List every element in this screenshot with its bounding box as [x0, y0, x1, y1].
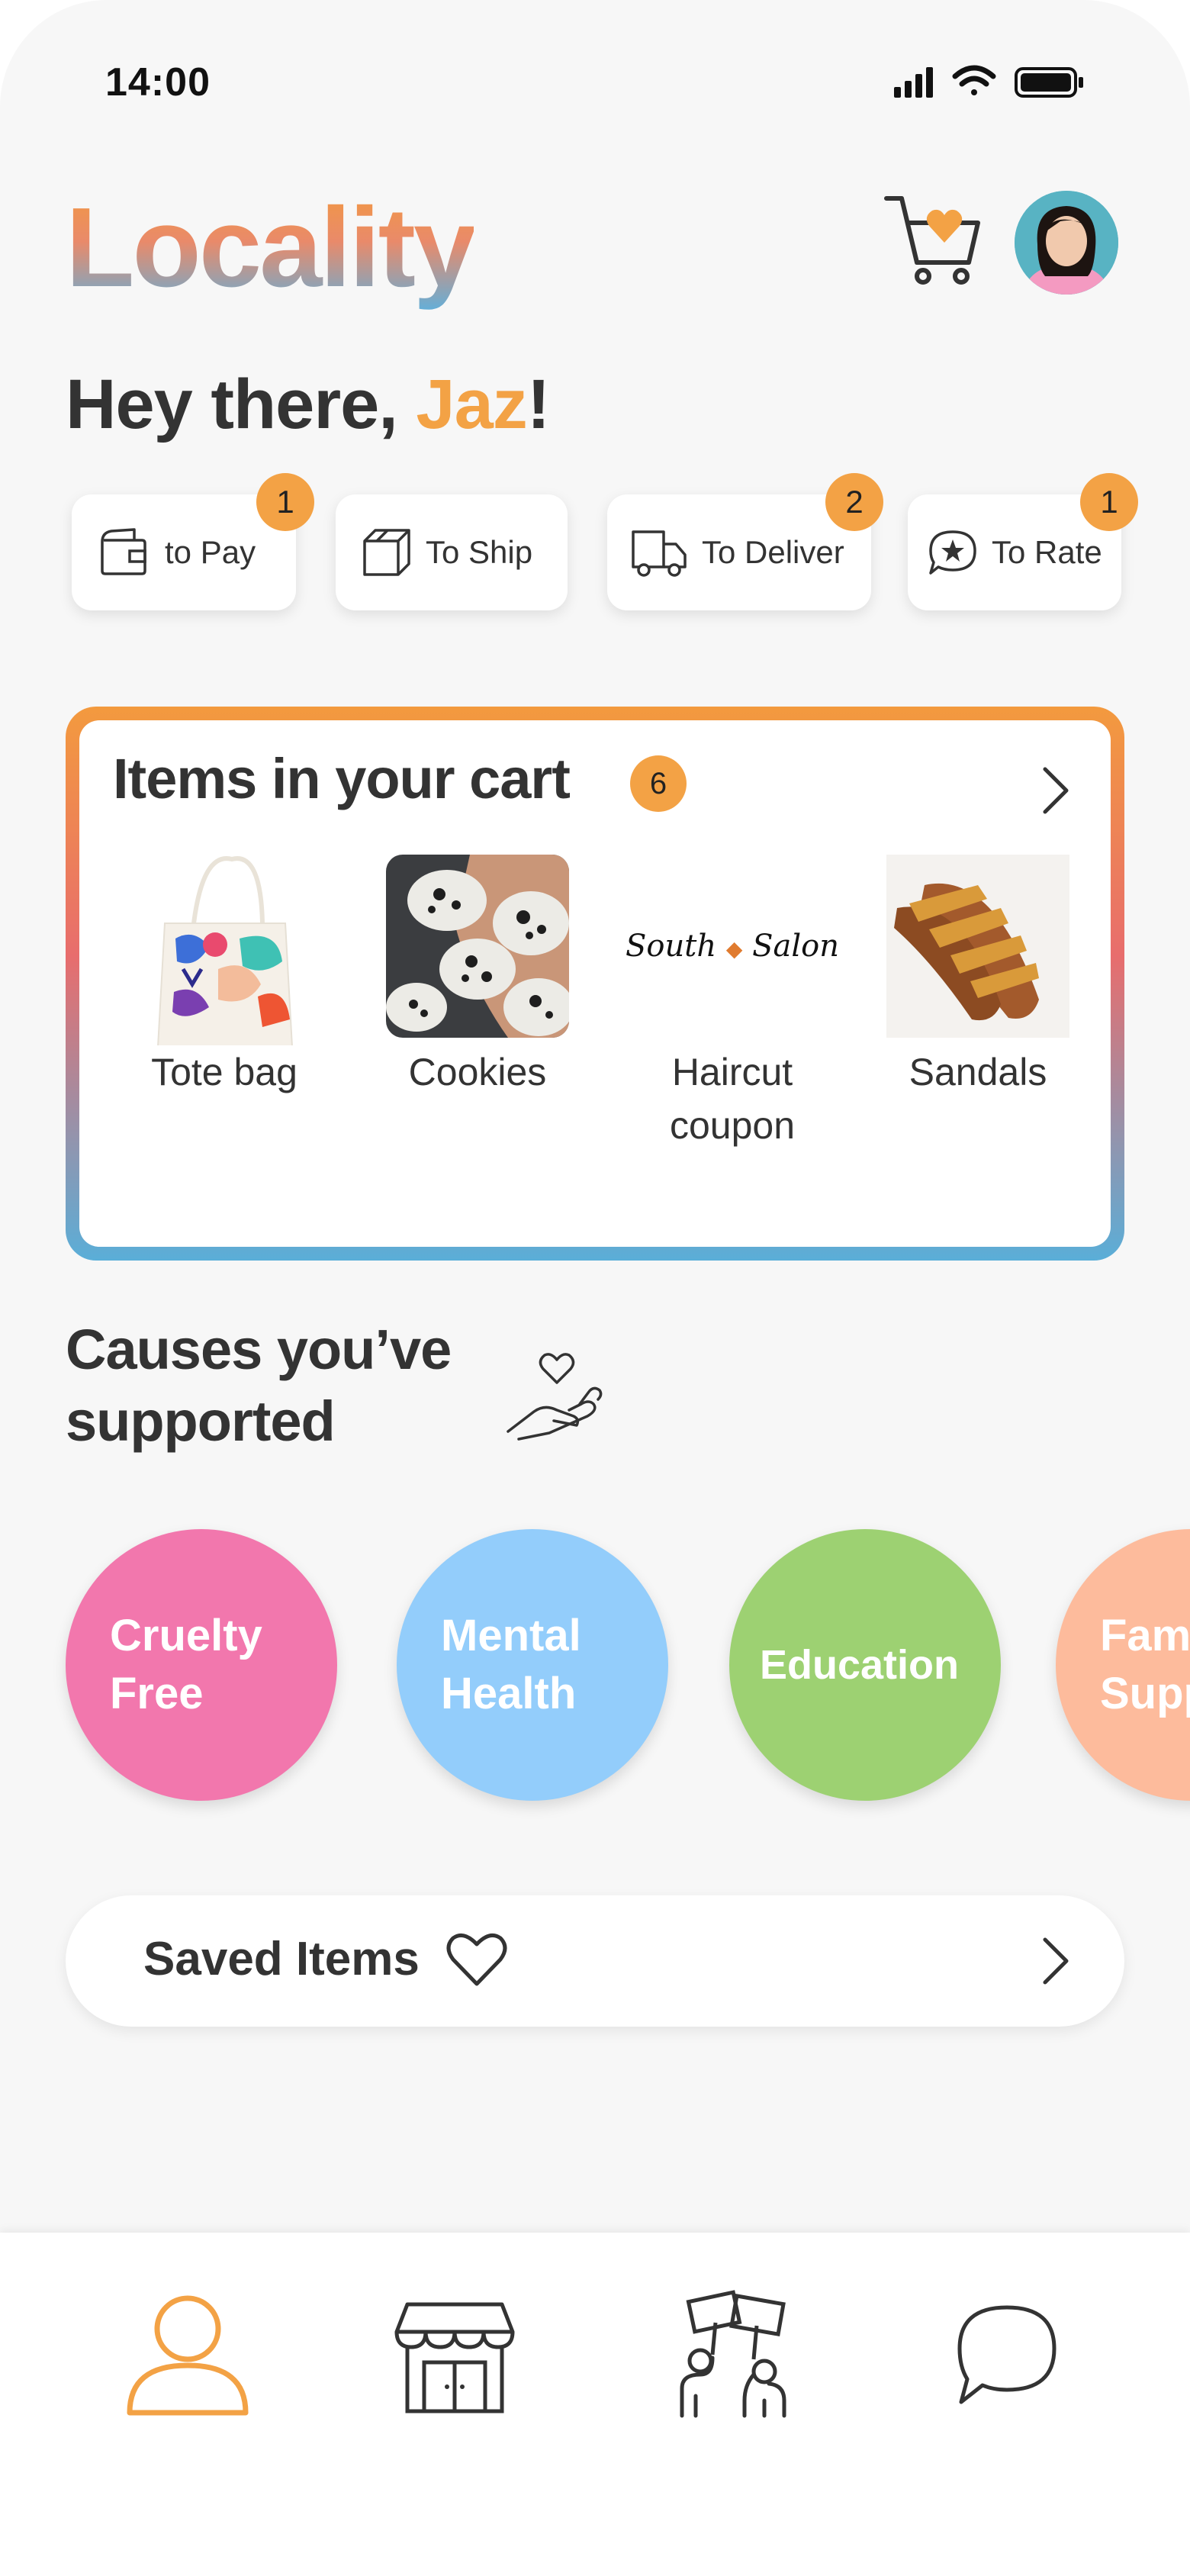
- community-icon[interactable]: [665, 2289, 802, 2419]
- chat-icon[interactable]: [938, 2289, 1076, 2419]
- avatar-photo: [1015, 191, 1118, 295]
- greeting-prefix: Hey there,: [66, 365, 416, 443]
- sandals-image: [886, 855, 1069, 1038]
- cause-label: Education: [760, 1642, 960, 1688]
- cart-item-cookies[interactable]: Cookies: [378, 855, 577, 1099]
- cause-label: Family Support: [1100, 1611, 1190, 1718]
- cart-item-sandals[interactable]: Sandals: [879, 855, 1077, 1099]
- to-deliver-badge: 2: [825, 473, 883, 531]
- app-logo: Locality: [66, 183, 476, 313]
- cause-education[interactable]: Education: [729, 1529, 1001, 1801]
- cart-item-name: Cookies: [408, 1051, 547, 1093]
- truck-icon: [632, 530, 687, 577]
- causes-title: Causes you’ve supported: [66, 1318, 452, 1453]
- avatar[interactable]: [1015, 191, 1118, 295]
- cookies-image: [386, 855, 569, 1038]
- cause-label: Mental Health: [441, 1611, 581, 1718]
- heart-icon: [446, 1933, 507, 1986]
- south-salon-logo: South ◆ Salon: [626, 929, 839, 964]
- chevron-right-icon[interactable]: [1031, 763, 1077, 818]
- status-icons: [894, 65, 1083, 98]
- wallet-icon: [101, 528, 146, 575]
- battery-icon: [1015, 67, 1083, 98]
- saved-items-label: Saved Items: [143, 1933, 420, 1985]
- to-pay-badge: 1: [256, 473, 314, 531]
- store-icon[interactable]: [386, 2289, 523, 2419]
- cart-item-name: Sandals: [909, 1051, 1047, 1093]
- heart-hand-icon: [507, 1353, 603, 1441]
- cart-item-tote-bag[interactable]: Tote bag: [125, 855, 323, 1099]
- to-ship-button[interactable]: To Ship: [336, 494, 568, 610]
- to-deliver-label: To Deliver: [702, 534, 844, 570]
- signal-icon: [894, 67, 933, 98]
- greeting: Hey there, Jaz!: [66, 365, 551, 445]
- profile-icon[interactable]: [119, 2289, 256, 2419]
- cart-count-badge: 6: [630, 755, 687, 812]
- to-rate-badge: 1: [1080, 473, 1138, 531]
- tote-bag-image: [133, 855, 316, 1061]
- box-icon: [363, 529, 410, 576]
- cart-item-name: Tote bag: [151, 1051, 298, 1093]
- cart-title: Items in your cart: [113, 747, 571, 810]
- cart-icon[interactable]: [883, 192, 981, 290]
- to-ship-label: To Ship: [426, 534, 533, 570]
- cart-item-name: Haircut coupon: [669, 1051, 796, 1147]
- cause-cruelty-free[interactable]: Cruelty Free: [66, 1529, 337, 1801]
- cause-mental-health[interactable]: Mental Health: [397, 1529, 668, 1801]
- user-name: Jaz: [416, 365, 527, 443]
- cause-label: Cruelty Free: [110, 1611, 262, 1718]
- greeting-suffix: !: [526, 365, 551, 443]
- star-bubble-icon: [929, 530, 976, 575]
- status-time: 14:00: [105, 60, 211, 105]
- cause-family-support[interactable]: Family Support: [1056, 1529, 1190, 1801]
- to-rate-label: To Rate: [992, 534, 1102, 570]
- wifi-icon: [952, 65, 996, 95]
- cart-item-haircut-coupon[interactable]: South ◆ Salon Haircut coupon: [626, 855, 839, 1152]
- to-pay-label: to Pay: [165, 534, 256, 570]
- chevron-right-icon[interactable]: [1031, 1932, 1077, 1990]
- app-screen: 14:00 Locality Hey there, Jaz! to Pay 1 …: [0, 0, 1190, 2576]
